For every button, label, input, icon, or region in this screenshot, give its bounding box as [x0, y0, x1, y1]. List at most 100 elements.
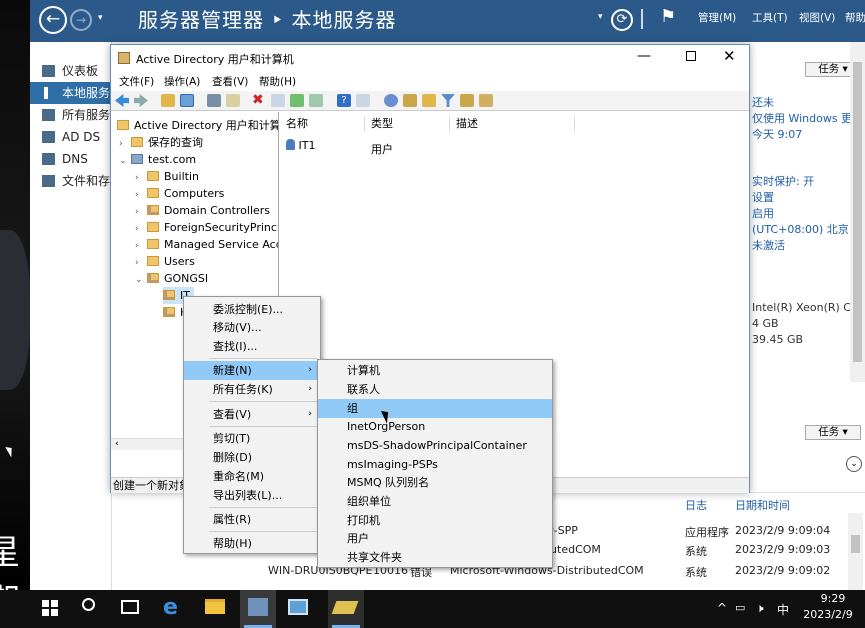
list-row-it1[interactable]: IT1: [286, 139, 315, 156]
column-description[interactable]: 描述: [450, 116, 575, 132]
collapse-arrow-icon[interactable]: ⌄: [119, 153, 131, 170]
new-inetorgperson[interactable]: InetOrgPerson: [318, 417, 552, 436]
ctx-move[interactable]: 移动(V)...: [184, 318, 320, 337]
prop-realtime-protection[interactable]: 实时保护: 开: [752, 173, 814, 189]
menu-help[interactable]: 帮助(H): [259, 74, 296, 89]
forward-arrow-icon[interactable]: →: [70, 9, 92, 31]
properties-icon[interactable]: [271, 94, 285, 107]
nav-local-server[interactable]: 本地服务器: [30, 82, 112, 104]
clock-date[interactable]: 2023/2/9: [800, 608, 856, 621]
tree-computers[interactable]: › Computers: [135, 185, 224, 202]
tree-root[interactable]: Active Directory 用户和计算机: [117, 117, 278, 134]
expand-chevron-icon[interactable]: ⌄: [846, 456, 862, 472]
export-icon[interactable]: [309, 94, 323, 107]
cut-icon[interactable]: [207, 94, 221, 107]
dropdown-icon[interactable]: ▾: [598, 12, 603, 22]
start-windows-icon[interactable]: [42, 600, 58, 616]
menu-tools[interactable]: 工具(T): [752, 10, 788, 25]
ctx-delegate-control[interactable]: 委派控制(E)...: [184, 300, 320, 319]
ime-indicator[interactable]: 中: [777, 601, 789, 618]
column-type[interactable]: 类型: [365, 116, 450, 132]
close-icon[interactable]: ✕: [723, 47, 736, 65]
ctx-export-list[interactable]: 导出列表(L)...: [184, 486, 320, 505]
help-icon[interactable]: ?: [337, 94, 351, 107]
tasks-button-events[interactable]: 任务 ▾: [805, 425, 861, 440]
scroll-left-icon[interactable]: ‹: [115, 439, 119, 449]
ctx-rename[interactable]: 重命名(M): [184, 467, 320, 486]
nav-all-servers[interactable]: 所有服务器: [30, 104, 112, 126]
tree-saved-queries[interactable]: › 保存的查询: [119, 134, 203, 151]
collapse-arrow-icon[interactable]: ⌄: [135, 272, 147, 289]
file-explorer-icon[interactable]: [205, 599, 225, 614]
flag-icon[interactable]: ⚑: [660, 6, 676, 27]
ctx-properties[interactable]: 属性(R): [184, 510, 320, 529]
ctx-delete[interactable]: 删除(D): [184, 448, 320, 467]
menu-help[interactable]: 帮助: [845, 10, 865, 25]
show-console-icon[interactable]: [356, 94, 370, 107]
new-user[interactable]: 用户: [318, 529, 552, 548]
tree-managed-service[interactable]: ›Managed Service Accounts: [135, 236, 278, 253]
ctx-all-tasks[interactable]: 所有任务(K) ›: [184, 380, 320, 399]
server-manager-taskbar-button[interactable]: [240, 590, 276, 628]
add-to-group-icon[interactable]: [479, 94, 493, 107]
copy-icon[interactable]: [226, 94, 240, 107]
new-imaging-psps[interactable]: msImaging-PSPs: [318, 455, 552, 474]
events-header-log[interactable]: 日志: [685, 497, 707, 513]
network-icon[interactable]: ▭: [735, 601, 745, 614]
events-scrollbar[interactable]: [848, 513, 863, 591]
prop-windows-update[interactable]: 仅使用 Windows 更新: [752, 110, 863, 126]
clock-time[interactable]: 9:29: [810, 592, 856, 605]
nav-file-storage[interactable]: 文件和存储服务: [30, 170, 112, 192]
new-group-icon[interactable]: [403, 94, 417, 107]
nav-dashboard[interactable]: 仪表板: [30, 60, 112, 82]
prop-last-checked[interactable]: 今天 9:07: [752, 126, 802, 142]
new-shadow-principal[interactable]: msDS-ShadowPrincipalContainer: [318, 436, 552, 455]
filter-icon[interactable]: [441, 94, 455, 107]
prop-activation[interactable]: 未激活: [752, 237, 785, 253]
nav-dropdown-icon[interactable]: ▾: [98, 13, 103, 23]
scrollbar-thumb[interactable]: [851, 535, 860, 553]
refresh-icon[interactable]: [290, 94, 304, 107]
forward-icon[interactable]: [134, 94, 148, 107]
new-msmq-alias[interactable]: MSMQ 队列别名: [318, 473, 552, 492]
menu-view[interactable]: 查看(V): [212, 74, 248, 89]
prop-enabled[interactable]: 启用: [752, 205, 774, 221]
ctx-find[interactable]: 查找(I)...: [184, 337, 320, 356]
menu-view[interactable]: 视图(V): [799, 10, 835, 25]
menu-file[interactable]: 文件(F): [119, 74, 154, 89]
find-icon[interactable]: [460, 94, 474, 107]
up-folder-icon[interactable]: [161, 94, 175, 107]
ctx-cut[interactable]: 剪切(T): [184, 429, 320, 448]
prop-timezone[interactable]: (UTC+08:00) 北京，重庆: [752, 221, 865, 237]
new-ou-icon[interactable]: [422, 94, 436, 107]
minimize-icon[interactable]: —: [637, 48, 651, 64]
tree-gongsi[interactable]: ⌄ GONGSI: [135, 270, 208, 287]
tree-domain[interactable]: ⌄ test.com: [119, 151, 196, 168]
prop-settings[interactable]: 设置: [752, 189, 774, 205]
new-user-icon[interactable]: [384, 94, 398, 107]
tray-overflow-icon[interactable]: ^: [717, 601, 727, 615]
menu-action[interactable]: 操作(A): [164, 74, 200, 89]
tree-foreign-security[interactable]: ›ForeignSecurityPrincipals: [135, 219, 278, 236]
new-ou[interactable]: 组织单位: [318, 492, 552, 511]
new-contact[interactable]: 联系人: [318, 380, 552, 399]
tree-users[interactable]: › Users: [135, 253, 195, 270]
scrollbar-thumb[interactable]: [853, 62, 862, 362]
column-name[interactable]: 名称: [280, 116, 365, 132]
show-tree-icon[interactable]: [180, 94, 194, 107]
ctx-view[interactable]: 查看(V) ›: [184, 405, 320, 424]
ctx-help[interactable]: 帮助(H): [184, 534, 320, 553]
ctx-new[interactable]: 新建(N) ›: [184, 361, 320, 380]
menu-manage[interactable]: 管理(M): [698, 10, 736, 25]
events-header-datetime[interactable]: 日期和时间: [735, 497, 790, 513]
new-shared-folder[interactable]: 共享文件夹: [318, 548, 552, 567]
delete-icon[interactable]: ✖: [252, 93, 266, 107]
maximize-icon[interactable]: [686, 51, 696, 61]
new-group[interactable]: 组: [318, 399, 552, 418]
back-arrow-icon[interactable]: ←: [39, 6, 67, 34]
refresh-icon[interactable]: ⟳: [611, 9, 633, 31]
nav-dns[interactable]: DNS: [30, 148, 112, 170]
tree-builtin[interactable]: › Builtin: [135, 168, 199, 185]
nav-ad-ds[interactable]: AD DS: [30, 126, 112, 148]
back-icon[interactable]: [115, 94, 129, 107]
